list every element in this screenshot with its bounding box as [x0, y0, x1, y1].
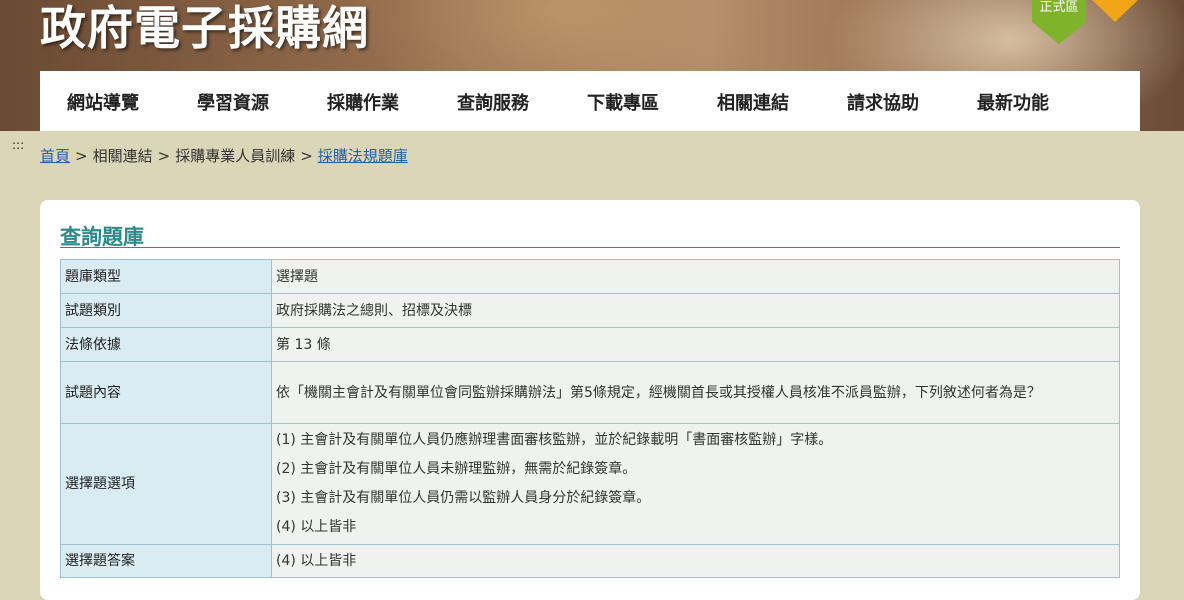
query-card: 查詢題庫 題庫類型 選擇題 試題類別 政府採購法之總則、招標及決標 法條依據 第… [40, 200, 1140, 600]
main-nav: 網站導覽 學習資源 採購作業 查詢服務 下載專區 相關連結 請求協助 最新功能 [40, 71, 1140, 131]
nav-item-learning-resources[interactable]: 學習資源 [197, 89, 269, 115]
breadcrumb-separator: > [157, 147, 171, 165]
nav-item-new-features[interactable]: 最新功能 [977, 89, 1049, 115]
nav-item-query-services[interactable]: 查詢服務 [457, 89, 529, 115]
table-row: 選擇題答案 (4) 以上皆非 [60, 544, 1120, 578]
breadcrumb-current-link[interactable]: 採購法規題庫 [318, 147, 408, 165]
row-value: 政府採購法之總則、招標及決標 [271, 293, 1120, 328]
table-row: 試題類別 政府採購法之總則、招標及決標 [60, 293, 1120, 328]
row-label: 選擇題答案 [60, 544, 272, 578]
option-item: (4) 以上皆非 [276, 519, 357, 535]
nav-item-procurement-operations[interactable]: 採購作業 [327, 89, 399, 115]
breadcrumb-separator: > [75, 147, 88, 165]
breadcrumb-related-links: 相關連結 [92, 147, 153, 165]
zone-badge-label: 正式區 [1039, 0, 1079, 15]
options-cell: (1) 主會計及有關單位人員仍應辦理書面審核監辦，並於紀錄載明「書面審核監辦」字… [271, 423, 1120, 545]
option-item: (2) 主會計及有關單位人員未辦理監辦，無需於紀錄簽章。 [276, 461, 637, 477]
table-row: 題庫類型 選擇題 [60, 259, 1120, 294]
nav-item-downloads[interactable]: 下載專區 [587, 89, 659, 115]
table-row: 選擇題選項 (1) 主會計及有關單位人員仍應辦理書面審核監辦，並於紀錄載明「書面… [60, 423, 1120, 545]
row-value: 選擇題 [271, 259, 1120, 294]
accesskey-anchor[interactable]: ::: [12, 138, 24, 152]
question-content: 依「機關主會計及有關單位會同監辦採購辦法」第5條規定，經機關首長或其授權人員核准… [271, 361, 1120, 424]
nav-item-related-links[interactable]: 相關連結 [717, 89, 789, 115]
nav-item-site-guide[interactable]: 網站導覽 [67, 89, 139, 115]
badge-shape-icon [1092, 0, 1138, 22]
breadcrumb-separator: > [300, 147, 313, 165]
row-label: 試題類別 [60, 293, 272, 328]
zone-badge[interactable]: 正式區 [1032, 0, 1086, 44]
title-divider [60, 247, 1120, 248]
table-row: 試題內容 依「機關主會計及有關單位會同監辦採購辦法」第5條規定，經機關首長或其授… [60, 361, 1120, 424]
table-row: 法條依據 第 13 條 [60, 327, 1120, 362]
breadcrumb-training: 採購專業人員訓練 [175, 147, 296, 165]
answer-value: (4) 以上皆非 [271, 544, 1120, 578]
row-label: 試題內容 [60, 361, 272, 424]
alt-zone-badge[interactable] [1092, 0, 1138, 22]
row-label: 法條依據 [60, 327, 272, 362]
site-title[interactable]: 政府電子採購網 [40, 0, 369, 58]
nav-item-request-help[interactable]: 請求協助 [847, 89, 919, 115]
option-item: (3) 主會計及有關單位人員仍需以監辦人員身分於紀錄簽章。 [276, 490, 651, 506]
question-table: 題庫類型 選擇題 試題類別 政府採購法之總則、招標及決標 法條依據 第 13 條… [60, 259, 1120, 578]
breadcrumb: 首頁 > 相關連結 > 採購專業人員訓練 > 採購法規題庫 [40, 145, 408, 167]
row-label: 選擇題選項 [60, 423, 272, 545]
row-value: 第 13 條 [271, 327, 1120, 362]
breadcrumb-home-link[interactable]: 首頁 [40, 147, 70, 165]
option-item: (1) 主會計及有關單位人員仍應辦理書面審核監辦，並於紀錄載明「書面審核監辦」字… [276, 432, 833, 448]
row-label: 題庫類型 [60, 259, 272, 294]
site-header: 政府電子採購網 正式區 網站導覽 學習資源 採購作業 查詢服務 下載專區 相關連… [0, 0, 1184, 131]
